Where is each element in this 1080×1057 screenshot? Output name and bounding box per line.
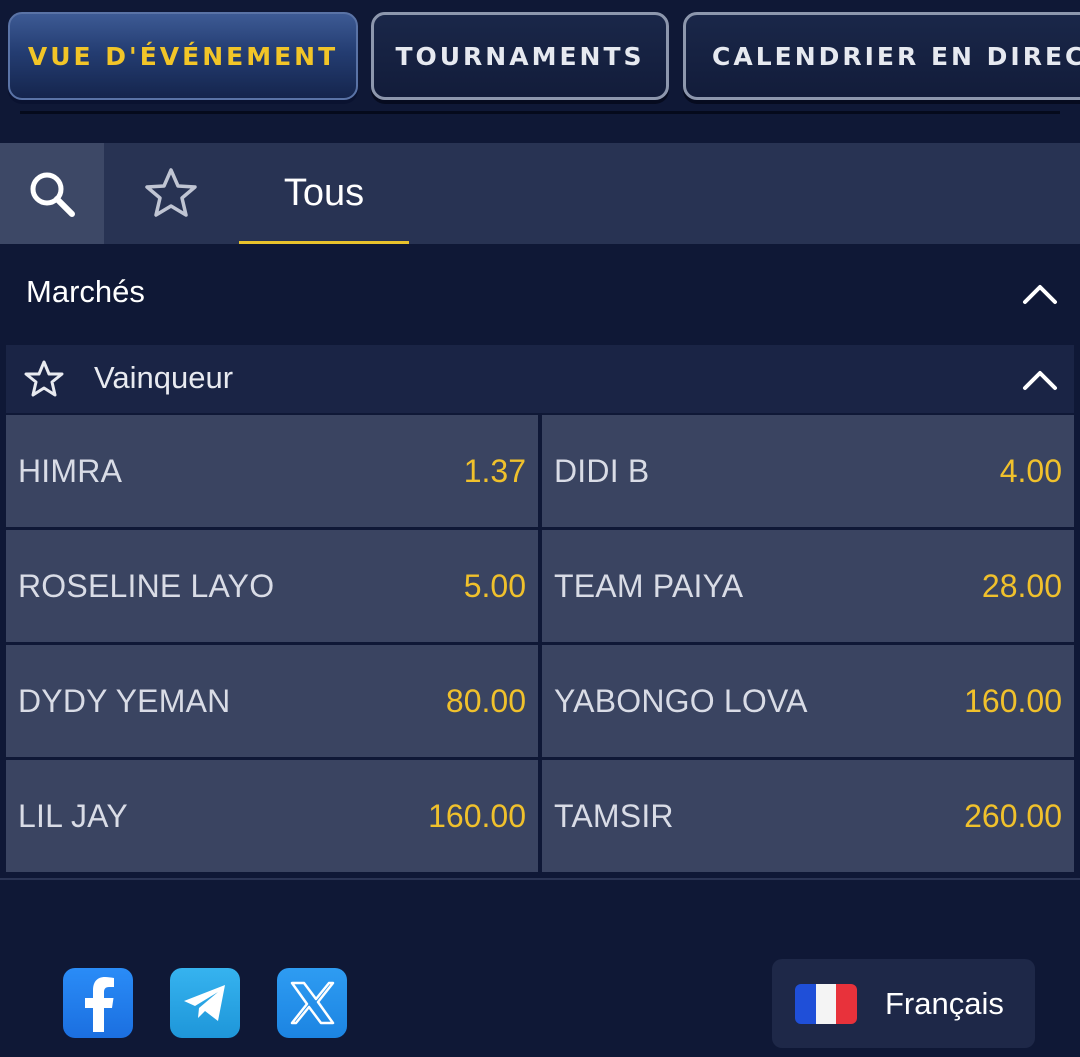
outcome-button[interactable]: TEAM PAIYA 28.00 [542,530,1074,642]
search-button[interactable] [0,143,104,244]
filter-bar: Tous [0,143,1080,244]
outcome-odds: 4.00 [999,452,1062,489]
language-selector[interactable]: Français [772,959,1035,1048]
x-icon [290,981,335,1025]
market-winner: Vainqueur HIMRA 1.37 DIDI B 4.00 ROSELIN… [6,345,1074,875]
outcome-odds: 5.00 [463,567,526,604]
market-name: Vainqueur [94,360,234,395]
outcome-name: HIMRA [18,452,123,489]
outcome-button[interactable]: HIMRA 1.37 [6,415,538,527]
star-outline-icon [145,167,197,217]
search-icon [30,172,75,217]
outcome-name: TEAM PAIYA [554,567,744,604]
markets-header[interactable]: Marchés [0,244,1080,340]
facebook-button[interactable] [63,968,133,1038]
outcome-name: YABONGO LOVA [554,682,808,719]
outcome-name: DIDI B [554,452,650,489]
tab-all-label: Tous [283,172,365,214]
tab-event-view[interactable]: VUE D'ÉVÉNEMENT [8,12,358,100]
chevron-up-icon[interactable] [1020,278,1060,308]
tab-all[interactable]: Tous [239,143,409,244]
section-divider [0,878,1080,880]
outcome-button[interactable]: YABONGO LOVA 160.00 [542,645,1074,757]
outcome-button[interactable]: ROSELINE LAYO 5.00 [6,530,538,642]
market-header[interactable]: Vainqueur [6,345,1074,413]
favorites-button[interactable] [118,143,224,244]
markets-title: Marchés [26,274,145,309]
telegram-icon [184,985,225,1021]
x-button[interactable] [277,968,347,1038]
outcome-name: TAMSIR [554,797,674,834]
outcome-odds: 260.00 [964,797,1062,834]
tab-tournaments[interactable]: TOURNAMENTS [371,12,669,100]
outcome-name: ROSELINE LAYO [18,567,275,604]
outcome-name: DYDY YEMAN [18,682,231,719]
france-flag-icon [795,984,857,1024]
outcome-odds: 80.00 [445,682,526,719]
page: VUE D'ÉVÉNEMENT TOURNAMENTS CALENDRIER E… [0,0,1080,1057]
chevron-up-icon[interactable] [1020,364,1060,394]
outcome-button[interactable]: LIL JAY 160.00 [6,760,538,872]
outcome-button[interactable]: DIDI B 4.00 [542,415,1074,527]
outcome-odds: 28.00 [981,567,1062,604]
nav-divider [20,111,1060,114]
outcome-button[interactable]: DYDY YEMAN 80.00 [6,645,538,757]
outcome-odds: 160.00 [964,682,1062,719]
outcome-odds: 1.37 [463,452,526,489]
outcome-odds: 160.00 [428,797,526,834]
star-outline-icon[interactable] [24,360,64,398]
top-nav: VUE D'ÉVÉNEMENT TOURNAMENTS CALENDRIER E… [0,0,1080,120]
language-label: Français [885,985,1004,1021]
outcome-name: LIL JAY [18,797,128,834]
tab-live-calendar[interactable]: CALENDRIER EN DIRECT [683,12,1080,100]
outcome-button[interactable]: TAMSIR 260.00 [542,760,1074,872]
telegram-button[interactable] [170,968,240,1038]
facebook-icon [85,977,114,1032]
